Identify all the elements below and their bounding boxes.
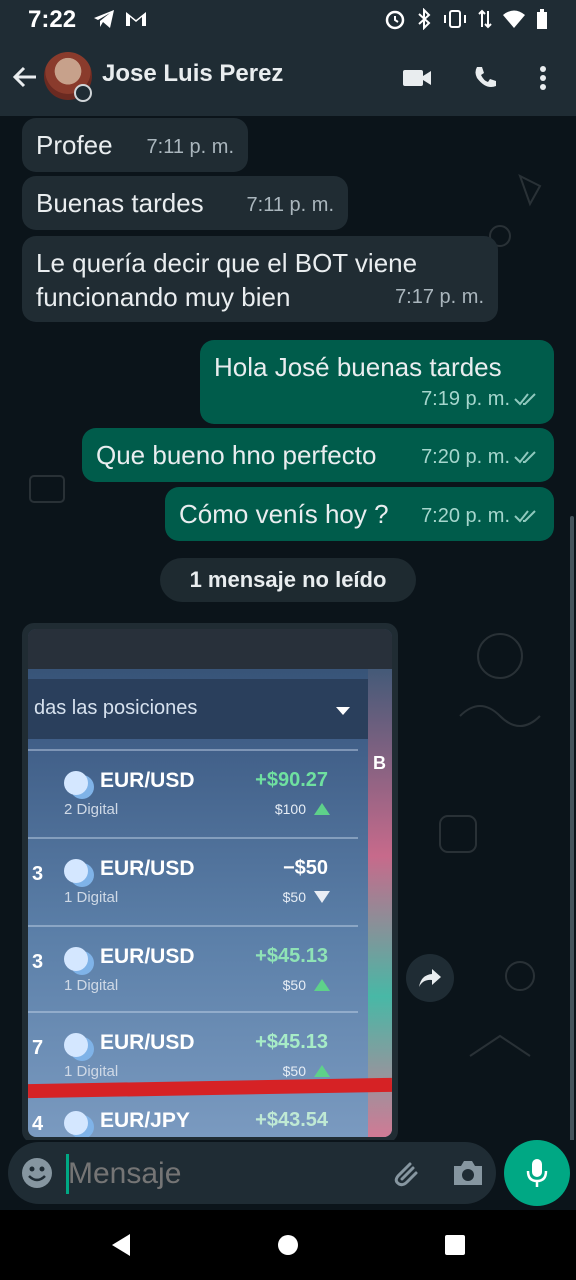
nav-recents-icon[interactable] (442, 1232, 468, 1258)
message-text: Le quería decir que el BOT viene funcion… (36, 248, 418, 312)
trade-bet: $100 (274, 801, 306, 817)
trade-bet: $50 (282, 889, 306, 905)
message-input[interactable] (66, 1155, 370, 1193)
trade-pair: EUR/USD (100, 769, 195, 792)
status-badge (74, 84, 92, 102)
trade-profit: +$45.13 (255, 1031, 328, 1053)
message-text: Que bueno hno perfecto (96, 440, 377, 470)
more-vert-icon (540, 66, 546, 90)
message-text: Cómo venís hoy ? (179, 499, 389, 529)
chat-header: Jose Luis Perez (0, 40, 576, 116)
message-out[interactable]: Hola José buenas tardes 7:19 p. m. (200, 340, 554, 424)
trade-profit: −$50 (282, 857, 328, 879)
system-nav-bar (0, 1210, 576, 1280)
message-time: 7:19 p. m. (421, 388, 510, 410)
attach-icon[interactable] (388, 1156, 422, 1190)
unread-divider: 1 mensaje no leído (160, 558, 416, 602)
status-bar: 7:22 (0, 0, 576, 40)
trade-row: 3 EUR/USD 1 Digital +$45.13 $50 (28, 925, 358, 1013)
trade-type: 1 Digital (64, 1063, 119, 1080)
trade-type: 2 Digital (64, 801, 119, 818)
emoji-icon[interactable] (20, 1156, 54, 1190)
battery-icon (537, 9, 547, 29)
down-arrow-icon (314, 891, 330, 903)
trade-row: 3 EUR/USD 1 Digital −$50 $50 (28, 837, 358, 925)
double-check-icon (514, 510, 536, 523)
call-button[interactable] (468, 62, 502, 94)
alarm-icon (385, 10, 405, 30)
nav-home-icon[interactable] (275, 1232, 301, 1258)
message-text: Profee (36, 130, 113, 160)
forward-button[interactable] (406, 954, 454, 1002)
forward-icon (419, 969, 441, 987)
message-input-container[interactable] (8, 1142, 496, 1204)
double-check-icon (514, 451, 536, 464)
microphone-icon (526, 1159, 548, 1187)
message-time: 7:11 p. m. (146, 136, 234, 158)
side-label: B (373, 753, 386, 773)
up-arrow-icon (314, 1065, 330, 1077)
message-in[interactable]: Buenas tardes 7:11 p. m. (22, 176, 348, 230)
trade-pair: EUR/USD (100, 857, 195, 880)
voice-record-button[interactable] (504, 1140, 570, 1206)
currency-icon (64, 1111, 88, 1135)
positions-header: das las posiciones (28, 679, 368, 739)
telegram-icon (94, 10, 114, 28)
trade-profit: +$45.13 (255, 945, 328, 967)
wifi-icon (503, 10, 525, 28)
video-call-button[interactable] (400, 62, 434, 94)
trade-pair: EUR/USD (100, 945, 195, 968)
up-arrow-icon (314, 979, 330, 991)
trade-pair: EUR/JPY (100, 1109, 190, 1132)
trade-pair: EUR/USD (100, 1031, 195, 1054)
message-time: 7:11 p. m. (246, 194, 334, 216)
camera-icon[interactable] (450, 1156, 486, 1190)
gmail-icon (126, 12, 146, 26)
trade-row: EUR/USD 2 Digital +$90.27 $100 (28, 749, 358, 837)
data-icon (478, 9, 492, 29)
phone-icon (475, 67, 496, 87)
compose-bar (0, 1140, 576, 1210)
video-call-icon (403, 70, 431, 86)
trade-bet: $50 (282, 977, 306, 993)
trade-profit: +$43.54 (255, 1109, 328, 1131)
trade-photo[interactable]: das las posiciones B EUR/USD 2 Digital +… (28, 629, 392, 1137)
back-arrow-icon[interactable] (10, 62, 40, 92)
positions-label: das las posiciones (34, 697, 198, 719)
more-options-button[interactable] (526, 62, 560, 94)
trade-type: 1 Digital (64, 889, 119, 906)
message-in[interactable]: Profee 7:11 p. m. (22, 118, 248, 172)
bluetooth-icon (418, 8, 431, 30)
contact-name[interactable]: Jose Luis Perez (102, 60, 283, 88)
image-message[interactable]: das las posiciones B EUR/USD 2 Digital +… (22, 623, 398, 1140)
message-time: 7:20 p. m. (421, 505, 510, 527)
currency-icon (64, 947, 88, 971)
trade-bet: $50 (282, 1063, 306, 1079)
message-text: Buenas tardes (36, 188, 204, 218)
message-time: 7:20 p. m. (421, 446, 510, 468)
trade-profit: +$90.27 (255, 769, 328, 791)
double-check-icon (514, 393, 536, 406)
currency-icon (64, 1033, 88, 1057)
status-time: 7:22 (28, 6, 77, 33)
message-time: 7:17 p. m. (395, 286, 484, 308)
nav-back-icon[interactable] (108, 1232, 134, 1258)
dropdown-arrow-icon (336, 707, 350, 715)
message-out[interactable]: Que bueno hno perfecto 7:20 p. m. (82, 428, 554, 482)
chat-area[interactable]: Profee 7:11 p. m. Buenas tardes 7:11 p. … (0, 116, 576, 1140)
trade-type: 1 Digital (64, 977, 119, 994)
currency-icon (64, 859, 88, 883)
message-in[interactable]: Le quería decir que el BOT viene funcion… (22, 236, 498, 322)
trade-row: 4 EUR/JPY +$43.54 (32, 1109, 328, 1135)
message-out[interactable]: Cómo venís hoy ? 7:20 p. m. (165, 487, 554, 541)
up-arrow-icon (314, 803, 330, 815)
message-text: Hola José buenas tardes (214, 352, 502, 382)
currency-icon (64, 771, 88, 795)
vibrate-icon (444, 10, 466, 28)
scrollbar[interactable] (570, 516, 574, 1140)
